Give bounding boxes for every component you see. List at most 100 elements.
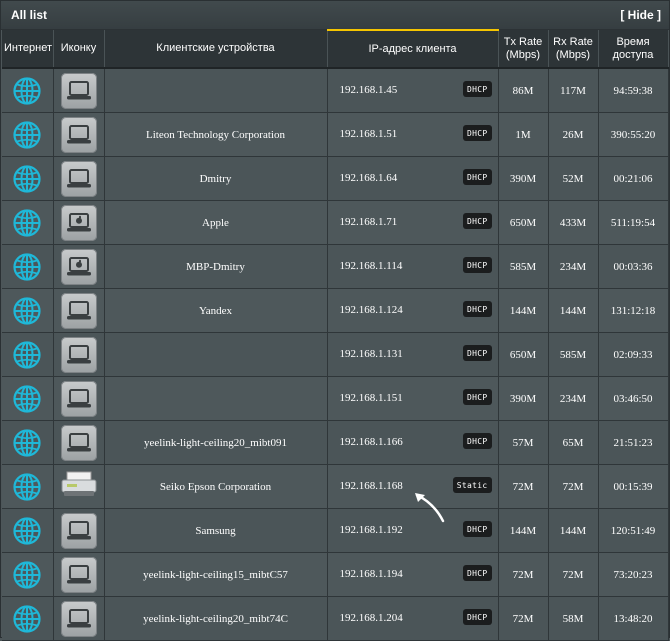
- icon-cell[interactable]: [53, 332, 105, 377]
- device-name[interactable]: MBP-Dmitry: [104, 244, 328, 289]
- apple-laptop-icon: [60, 248, 97, 285]
- ip-type-badge: DHCP: [463, 169, 492, 185]
- ip-type-badge: DHCP: [463, 389, 492, 405]
- internet-cell[interactable]: [2, 508, 54, 553]
- col-header-rx[interactable]: Rx Rate (Mbps): [548, 30, 599, 69]
- laptop-icon: [60, 336, 97, 373]
- device-name[interactable]: Samsung: [104, 508, 328, 553]
- globe-icon[interactable]: [2, 208, 53, 238]
- table-row[interactable]: 192.168.1.45 DHCP 86M 117M 94:59:38: [2, 68, 669, 113]
- globe-icon[interactable]: [2, 76, 53, 106]
- laptop-icon: [60, 116, 97, 153]
- icon-cell[interactable]: [53, 288, 105, 333]
- ip-address: 192.168.1.194: [339, 568, 403, 580]
- access-time: 00:21:06: [598, 156, 669, 201]
- device-name[interactable]: Apple: [104, 200, 328, 245]
- laptop-icon: [60, 292, 97, 329]
- globe-icon[interactable]: [2, 428, 53, 458]
- ip-type-badge: DHCP: [463, 609, 492, 625]
- table-row[interactable]: yeelink-light-ceiling15_mibtC57 192.168.…: [2, 552, 669, 597]
- icon-cell[interactable]: [53, 552, 105, 597]
- globe-icon[interactable]: [2, 120, 53, 150]
- table-row[interactable]: MBP-Dmitry 192.168.1.114 DHCP 585M 234M …: [2, 244, 669, 289]
- internet-cell[interactable]: [2, 244, 54, 289]
- table-row[interactable]: 192.168.1.131 DHCP 650M 585M 02:09:33: [2, 332, 669, 377]
- hide-button[interactable]: [ Hide ]: [620, 8, 661, 22]
- globe-icon[interactable]: [2, 472, 53, 502]
- client-table: Интернет Иконку Клиентские устройства IP…: [2, 29, 669, 641]
- internet-cell[interactable]: [2, 376, 54, 421]
- rx-rate: 65M: [548, 420, 599, 465]
- access-time: 511:19:54: [598, 200, 669, 245]
- table-row[interactable]: yeelink-light-ceiling20_mibt74C 192.168.…: [2, 596, 669, 641]
- panel-title: All list: [11, 8, 48, 22]
- device-name[interactable]: Seiko Epson Corporation: [104, 464, 328, 509]
- globe-icon[interactable]: [2, 604, 53, 634]
- table-row[interactable]: Apple 192.168.1.71 DHCP 650M 433M 511:19…: [2, 200, 669, 245]
- internet-cell[interactable]: [2, 332, 54, 377]
- col-header-icon[interactable]: Иконку: [53, 30, 105, 69]
- device-name[interactable]: yeelink-light-ceiling20_mibt74C: [104, 596, 328, 641]
- globe-icon[interactable]: [2, 560, 53, 590]
- col-header-ip[interactable]: IP-адрес клиента: [327, 29, 499, 69]
- icon-cell[interactable]: [53, 420, 105, 465]
- table-row[interactable]: Liteon Technology Corporation 192.168.1.…: [2, 112, 669, 157]
- col-header-tx[interactable]: Tx Rate (Mbps): [498, 30, 549, 69]
- table-row[interactable]: 192.168.1.151 DHCP 390M 234M 03:46:50: [2, 376, 669, 421]
- col-header-device[interactable]: Клиентские устройства: [104, 30, 328, 69]
- globe-icon[interactable]: [2, 164, 53, 194]
- icon-cell[interactable]: [53, 464, 105, 509]
- icon-cell[interactable]: [53, 508, 105, 553]
- device-name[interactable]: [104, 68, 328, 113]
- table-row[interactable]: Seiko Epson Corporation 192.168.1.168 St…: [2, 464, 669, 509]
- device-name[interactable]: Yandex: [104, 288, 328, 333]
- device-name[interactable]: yeelink-light-ceiling20_mibt091: [104, 420, 328, 465]
- icon-cell[interactable]: [53, 244, 105, 289]
- internet-cell[interactable]: [2, 552, 54, 597]
- icon-cell[interactable]: [53, 596, 105, 641]
- globe-icon[interactable]: [2, 516, 53, 546]
- ip-address: 192.168.1.71: [339, 216, 398, 228]
- internet-cell[interactable]: [2, 112, 54, 157]
- device-name[interactable]: [104, 376, 328, 421]
- internet-cell[interactable]: [2, 156, 54, 201]
- icon-cell[interactable]: [53, 376, 105, 421]
- icon-cell[interactable]: [53, 68, 105, 113]
- rx-rate: 117M: [548, 68, 599, 113]
- ip-address: 192.168.1.114: [339, 260, 403, 272]
- ip-address: 192.168.1.151: [339, 392, 403, 404]
- globe-icon[interactable]: [2, 384, 53, 414]
- globe-icon[interactable]: [2, 340, 53, 370]
- internet-cell[interactable]: [2, 68, 54, 113]
- device-name[interactable]: Liteon Technology Corporation: [104, 112, 328, 157]
- device-name[interactable]: [104, 332, 328, 377]
- table-row[interactable]: yeelink-light-ceiling20_mibt091 192.168.…: [2, 420, 669, 465]
- panel-header: All list [ Hide ]: [1, 1, 669, 30]
- col-header-internet[interactable]: Интернет: [2, 30, 54, 69]
- internet-cell[interactable]: [2, 420, 54, 465]
- tx-rate: 144M: [498, 508, 549, 553]
- ip-type-badge: DHCP: [463, 213, 492, 229]
- rx-rate: 26M: [548, 112, 599, 157]
- device-name[interactable]: Dmitry: [104, 156, 328, 201]
- col-header-time[interactable]: Время доступа: [598, 30, 669, 69]
- globe-icon[interactable]: [2, 296, 53, 326]
- internet-cell[interactable]: [2, 288, 54, 333]
- device-name[interactable]: yeelink-light-ceiling15_mibtC57: [104, 552, 328, 597]
- globe-icon[interactable]: [2, 252, 53, 282]
- ip-address: 192.168.1.45: [339, 84, 398, 96]
- icon-cell[interactable]: [53, 112, 105, 157]
- ip-type-badge: DHCP: [463, 433, 492, 449]
- rx-rate: 433M: [548, 200, 599, 245]
- rx-rate: 72M: [548, 464, 599, 509]
- icon-cell[interactable]: [53, 156, 105, 201]
- access-time: 131:12:18: [598, 288, 669, 333]
- internet-cell[interactable]: [2, 200, 54, 245]
- table-row[interactable]: Yandex 192.168.1.124 DHCP 144M 144M 131:…: [2, 288, 669, 333]
- rx-rate: 234M: [548, 244, 599, 289]
- table-row[interactable]: Samsung 192.168.1.192 DHCP 144M 144M 120…: [2, 508, 669, 553]
- table-row[interactable]: Dmitry 192.168.1.64 DHCP 390M 52M 00:21:…: [2, 156, 669, 201]
- internet-cell[interactable]: [2, 464, 54, 509]
- internet-cell[interactable]: [2, 596, 54, 641]
- icon-cell[interactable]: [53, 200, 105, 245]
